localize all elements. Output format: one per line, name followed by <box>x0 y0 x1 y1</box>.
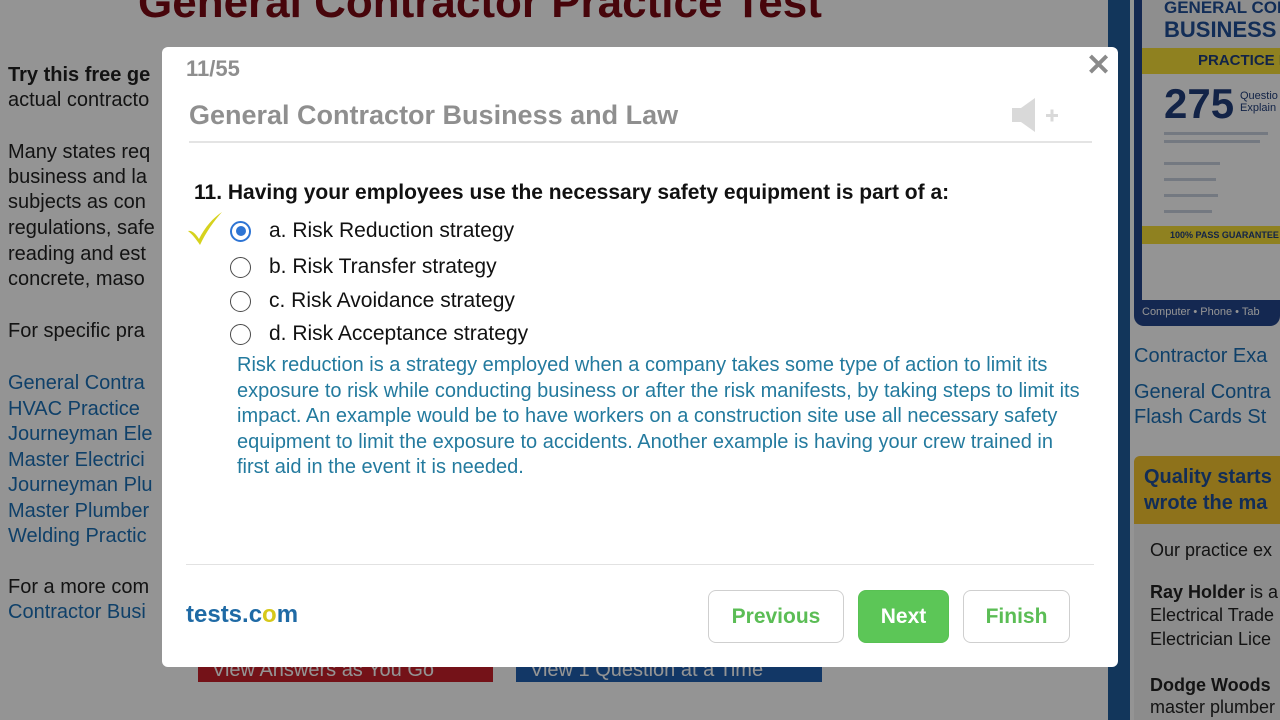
footer-divider <box>186 564 1094 565</box>
radio-button[interactable] <box>230 323 251 345</box>
sound-toggle-button[interactable] <box>1010 97 1064 135</box>
close-icon: ✕ <box>1086 49 1112 82</box>
answer-option-b[interactable]: b. Risk Transfer strategy <box>230 254 497 280</box>
answer-label: a. Risk Reduction strategy <box>269 219 515 242</box>
speaker-plus-icon <box>1012 98 1058 132</box>
radio-button[interactable] <box>230 256 251 278</box>
title-divider <box>189 141 1092 143</box>
logo-text: tests.c <box>186 601 263 628</box>
logo-check-o: o <box>262 601 277 628</box>
next-button[interactable]: Next <box>858 590 949 643</box>
radio-button[interactable] <box>230 290 251 312</box>
question-text: 11. Having your employees use the necess… <box>194 181 950 204</box>
answer-label: c. Risk Avoidance strategy <box>269 289 515 312</box>
quiz-subject-title: General Contractor Business and Law <box>189 100 679 130</box>
answer-explanation: Risk reduction is a strategy employed wh… <box>237 354 1080 479</box>
checkmark-icon <box>188 212 222 245</box>
answer-option-c[interactable]: c. Risk Avoidance strategy <box>230 288 515 314</box>
quiz-modal: 11/55 ✕ General Contractor Business and … <box>162 47 1118 667</box>
answer-option-d[interactable]: d. Risk Acceptance strategy <box>230 321 528 347</box>
answer-label: d. Risk Acceptance strategy <box>269 322 529 345</box>
close-button[interactable]: ✕ <box>1086 51 1111 81</box>
answer-option-a[interactable]: a. Risk Reduction strategy <box>230 218 514 244</box>
tests-com-logo[interactable]: tests.com <box>186 601 298 629</box>
question-counter: 11/55 <box>186 56 240 81</box>
answer-label: b. Risk Transfer strategy <box>269 255 497 278</box>
finish-button[interactable]: Finish <box>963 590 1070 643</box>
logo-text: m <box>276 601 299 628</box>
radio-button[interactable] <box>230 220 251 242</box>
previous-button[interactable]: Previous <box>708 590 844 643</box>
